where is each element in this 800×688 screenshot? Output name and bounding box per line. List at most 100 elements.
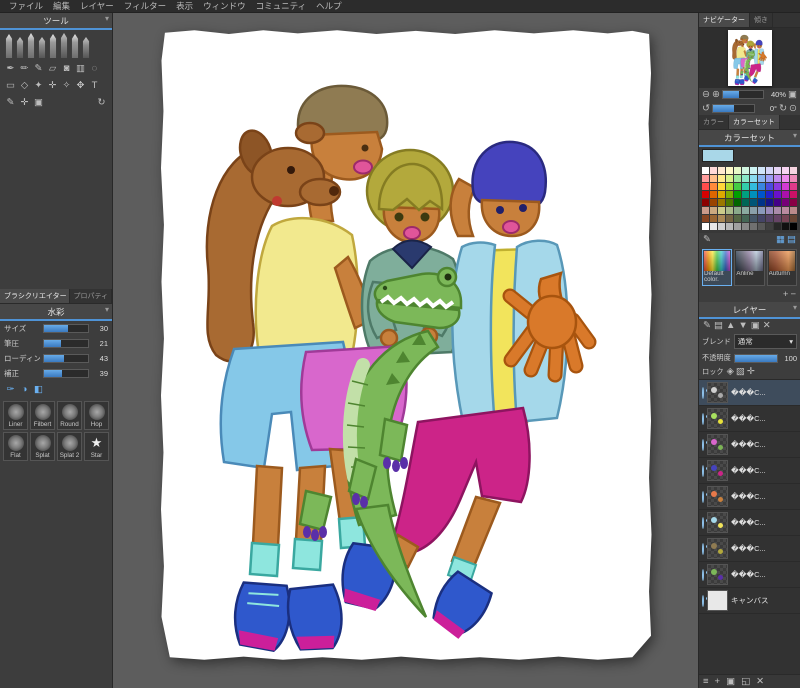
layer-delete-icon[interactable]: ✕: [756, 676, 764, 687]
rotation-slider[interactable]: [711, 103, 756, 113]
palette-color-54[interactable]: [750, 199, 757, 206]
rotate-right-icon[interactable]: ↻: [779, 103, 787, 114]
palette-color-42[interactable]: [750, 191, 757, 198]
palette-color-43[interactable]: [758, 191, 765, 198]
palette-color-38[interactable]: [718, 191, 725, 198]
palette-color-73[interactable]: [710, 215, 717, 222]
edit-icon[interactable]: ✎: [5, 96, 16, 109]
lock-position-icon[interactable]: ✛: [747, 367, 755, 377]
palette-color-77[interactable]: [742, 215, 749, 222]
layer-visibility-toggle[interactable]: [702, 386, 704, 399]
palette-color-81[interactable]: [774, 215, 781, 222]
palette-color-82[interactable]: [782, 215, 789, 222]
palette-color-90[interactable]: [750, 223, 757, 230]
select-rect-tool-icon[interactable]: ▭: [5, 79, 16, 92]
palette-color-49[interactable]: [710, 199, 717, 206]
menu-item-4[interactable]: 表示: [171, 0, 198, 12]
tab-color[interactable]: カラー: [699, 115, 729, 129]
palette-color-17[interactable]: [742, 175, 749, 182]
layer-merge-icon[interactable]: ▣: [751, 321, 760, 331]
zoom-in-icon[interactable]: ⊕: [712, 90, 720, 100]
panel-menu-icon[interactable]: ▾: [105, 305, 109, 314]
tab-brush-creator[interactable]: ブラシクリエイター: [0, 289, 70, 303]
palette-color-65[interactable]: [742, 207, 749, 214]
palette-color-79[interactable]: [758, 215, 765, 222]
palette-color-7[interactable]: [758, 167, 765, 174]
layer-visibility-toggle[interactable]: [702, 438, 704, 451]
blend-mode-select[interactable]: 通常 ▾: [733, 334, 797, 350]
pen-tool-icon[interactable]: ✒: [5, 62, 16, 75]
gradient-tool-icon[interactable]: ▥: [75, 62, 86, 75]
brush-preset-flat[interactable]: Flat: [3, 432, 28, 461]
brush-tool-icon[interactable]: [82, 37, 90, 58]
brush-preset-star[interactable]: ★ Star: [84, 432, 109, 461]
menu-item-0[interactable]: ファイル: [4, 0, 48, 12]
palette-color-64[interactable]: [734, 207, 741, 214]
palette-color-52[interactable]: [734, 199, 741, 206]
palette-color-18[interactable]: [750, 175, 757, 182]
palette-color-22[interactable]: [782, 175, 789, 182]
palette-color-86[interactable]: [718, 223, 725, 230]
menu-item-2[interactable]: レイヤー: [75, 0, 119, 12]
brush-tool-icon[interactable]: [27, 33, 35, 58]
selection-icon[interactable]: ▣: [33, 96, 44, 109]
palette-color-55[interactable]: [758, 199, 765, 206]
move-tool-icon[interactable]: ✛: [47, 79, 58, 92]
palette-set-1[interactable]: Anline: [734, 248, 765, 287]
layer-clear-icon[interactable]: ✕: [763, 321, 771, 331]
palette-color-94[interactable]: [782, 223, 789, 230]
palette-color-41[interactable]: [742, 191, 749, 198]
brush-option-mix-icon[interactable]: ◧: [33, 383, 44, 396]
palette-color-40[interactable]: [734, 191, 741, 198]
palette-color-88[interactable]: [734, 223, 741, 230]
lock-alpha-icon[interactable]: ▨: [736, 367, 745, 377]
palette-set-0[interactable]: Default color.: [702, 248, 733, 287]
palette-color-2[interactable]: [718, 167, 725, 174]
palette-color-36[interactable]: [702, 191, 709, 198]
magic-wand-tool-icon[interactable]: ✦: [33, 79, 44, 92]
palette-view-list-icon[interactable]: ▤: [787, 235, 796, 245]
slider-track[interactable]: [43, 339, 89, 348]
zoom-slider[interactable]: [721, 90, 765, 100]
palette-color-8[interactable]: [766, 167, 773, 174]
layer-visibility-toggle[interactable]: [702, 594, 704, 607]
palette-color-10[interactable]: [782, 167, 789, 174]
brush-tool-icon[interactable]: [60, 33, 68, 58]
palette-color-62[interactable]: [718, 207, 725, 214]
palette-color-4[interactable]: [734, 167, 741, 174]
layer-pen-icon[interactable]: ✎: [703, 321, 711, 331]
palette-color-68[interactable]: [766, 207, 773, 214]
palette-color-5[interactable]: [742, 167, 749, 174]
palette-color-37[interactable]: [710, 191, 717, 198]
palette-color-72[interactable]: [702, 215, 709, 222]
layer-visibility-toggle[interactable]: [702, 412, 704, 425]
blur-tool-icon[interactable]: ◌: [89, 62, 100, 75]
slider-track[interactable]: [43, 354, 89, 363]
palette-add-icon[interactable]: +: [783, 290, 789, 300]
layer-row-4[interactable]: ���C...: [699, 484, 800, 511]
palette-color-1[interactable]: [710, 167, 717, 174]
palette-color-26[interactable]: [718, 183, 725, 190]
palette-color-61[interactable]: [710, 207, 717, 214]
layer-down-icon[interactable]: ▼: [738, 321, 747, 331]
rotate-left-icon[interactable]: ↺: [702, 103, 710, 114]
palette-color-3[interactable]: [726, 167, 733, 174]
palette-color-56[interactable]: [766, 199, 773, 206]
layer-row-2[interactable]: ���C...: [699, 432, 800, 459]
brush-preset-liner[interactable]: Liner: [3, 401, 28, 430]
palette-color-75[interactable]: [726, 215, 733, 222]
transform-icon[interactable]: ✛: [19, 96, 30, 109]
palette-color-76[interactable]: [734, 215, 741, 222]
brush-preset-hop[interactable]: Hop: [84, 401, 109, 430]
palette-color-66[interactable]: [750, 207, 757, 214]
palette-color-69[interactable]: [774, 207, 781, 214]
palette-color-27[interactable]: [726, 183, 733, 190]
palette-color-11[interactable]: [790, 167, 797, 174]
brush-preset-splat-2[interactable]: Splat 2: [57, 432, 82, 461]
palette-color-33[interactable]: [774, 183, 781, 190]
brush-tool-icon[interactable]: [38, 37, 46, 58]
palette-color-48[interactable]: [702, 199, 709, 206]
palette-color-15[interactable]: [726, 175, 733, 182]
palette-color-85[interactable]: [710, 223, 717, 230]
lock-icon[interactable]: ◈: [727, 367, 734, 377]
